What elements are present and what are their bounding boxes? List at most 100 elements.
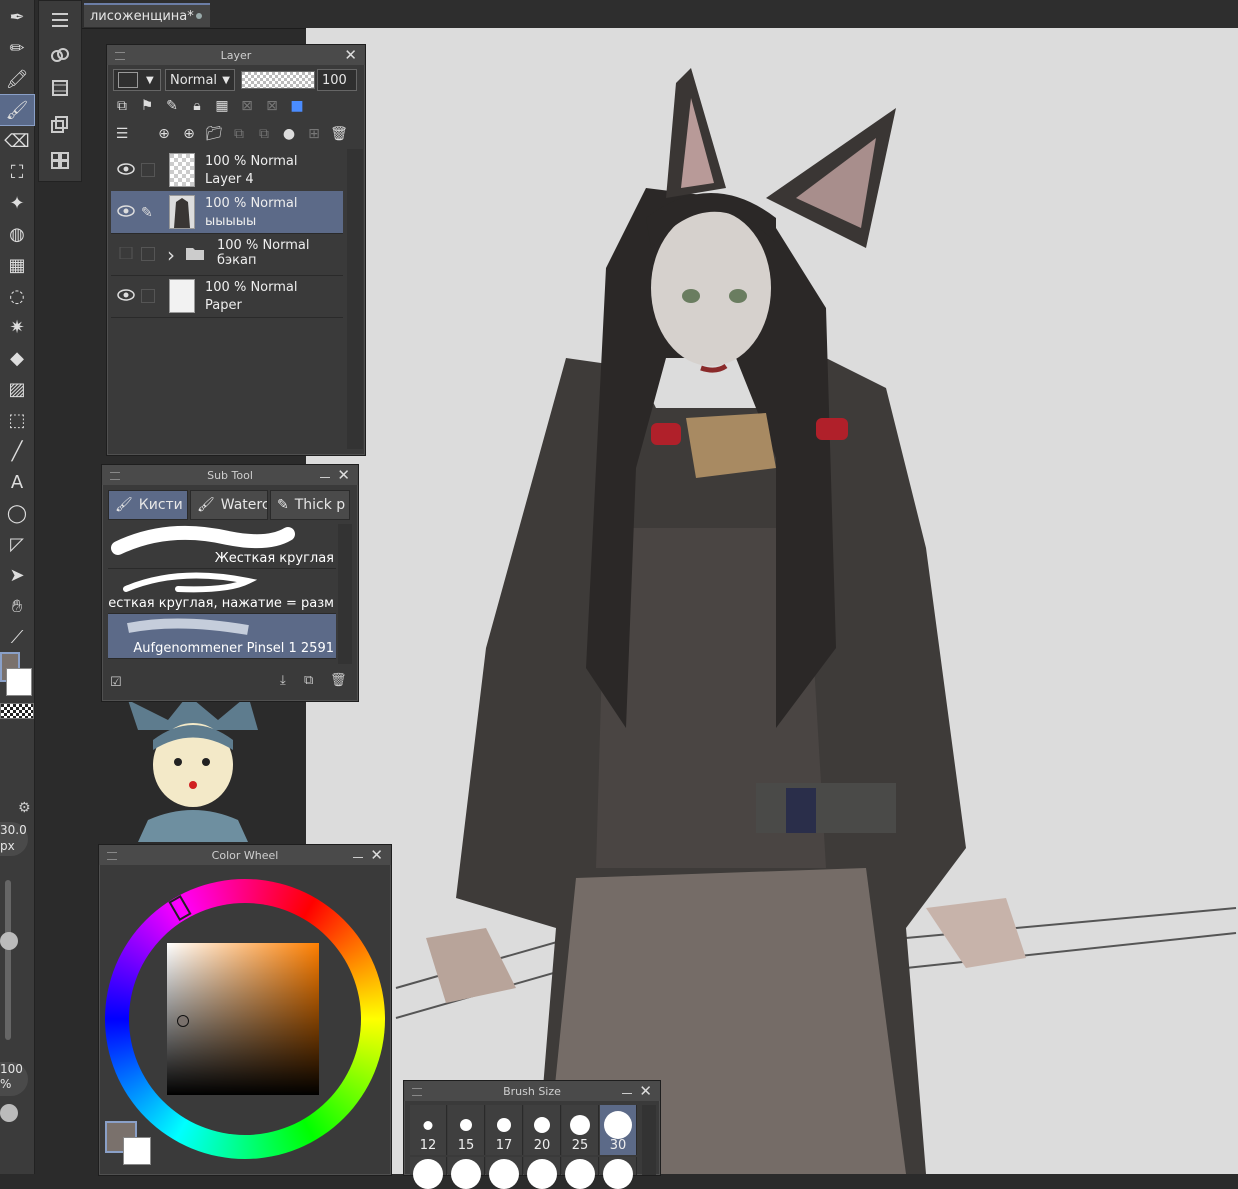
color-wheel-titlebar[interactable]: Color Wheel ✕ [99, 845, 391, 865]
merge-layer-icon[interactable]: ⧉ [253, 123, 275, 145]
mesh-icon[interactable]: ▦ [0, 250, 34, 280]
brush-item[interactable]: Жесткая круглая [108, 524, 336, 569]
copy-layer-icon[interactable]: ⧉ [228, 123, 250, 145]
drawing-canvas[interactable] [306, 28, 1238, 1174]
subtool-tab-watercolor[interactable]: 🖌︎ Waterc [190, 490, 268, 520]
brush-item[interactable]: Aufgenommener Pinsel 1 2591 [108, 614, 336, 659]
brush-size-preset[interactable]: 30 [600, 1105, 637, 1155]
layers-icon[interactable] [45, 109, 75, 139]
layer-row[interactable]: › 100 % Normal бэкап [111, 233, 343, 276]
mask-icon[interactable]: ⊠ [236, 95, 258, 117]
minimize-icon[interactable] [320, 477, 330, 478]
reference-icon[interactable]: ⚑ [136, 95, 158, 117]
brush-size-preset[interactable]: 17 [486, 1105, 523, 1155]
brush-item[interactable]: Жесткая круглая, нажатие = разм [108, 569, 336, 614]
brush-size-preset[interactable]: 25 [562, 1105, 599, 1155]
layer-color-icon[interactable]: ■ [286, 95, 308, 117]
brush-size-preset[interactable]: 20 [524, 1105, 561, 1155]
hand-icon[interactable]: ✋︎ [0, 591, 34, 621]
brush-opacity-readout[interactable]: 100 % [0, 1062, 28, 1096]
brush-size-preset[interactable] [448, 1157, 485, 1189]
eye-icon[interactable] [117, 289, 135, 301]
transparent-color-chip[interactable] [0, 703, 34, 719]
sub-color-swatch[interactable] [123, 1137, 151, 1165]
layer-list-scrollbar[interactable] [347, 149, 363, 449]
close-icon[interactable]: ✕ [639, 1082, 652, 1100]
saturation-value-square[interactable] [167, 943, 319, 1095]
layer-row[interactable]: 100 % Normal Layer 4 [111, 149, 343, 192]
brush-size-preset[interactable] [600, 1157, 637, 1189]
brush-size-slider[interactable] [5, 880, 11, 1040]
layer-edit-checkbox[interactable] [141, 289, 155, 303]
grip-icon[interactable] [110, 472, 120, 480]
text-icon[interactable]: A [0, 467, 34, 497]
trash-icon[interactable]: 🗑︎ [328, 123, 350, 145]
menu-icon[interactable] [45, 5, 75, 35]
grip-icon[interactable] [115, 52, 125, 60]
figure-icon[interactable]: ◸ [0, 529, 34, 559]
copy-subtool-icon[interactable]: ⧉ [304, 673, 313, 688]
new-vector-layer-icon[interactable]: ⊕ [178, 123, 200, 145]
minimize-icon[interactable] [353, 857, 363, 858]
subtool-tab-brushes[interactable]: 🖌︎ Кисти [108, 490, 188, 520]
new-raster-layer-icon[interactable]: ⊕ [153, 123, 175, 145]
marker-icon[interactable]: 🖍︎ [0, 64, 34, 94]
stamp-icon[interactable]: ⛶ [0, 157, 34, 187]
eye-icon[interactable] [117, 246, 135, 260]
pen-icon[interactable]: ✒ [0, 2, 34, 32]
color-picker-handle[interactable] [177, 1015, 189, 1027]
brush-size-preset[interactable] [486, 1157, 523, 1189]
brush-size-preset[interactable] [410, 1157, 447, 1189]
chevron-right-icon[interactable]: › [167, 243, 175, 267]
eyedropper-icon[interactable]: ⟋ [0, 622, 34, 652]
tool-property-icon[interactable]: ☑ [110, 675, 122, 690]
brush-size-preset[interactable]: 15 [448, 1105, 485, 1155]
eye-icon[interactable] [117, 163, 135, 175]
lock-icon[interactable]: 🔒︎ [186, 95, 208, 117]
pencil-icon[interactable]: ✏ [0, 33, 34, 63]
close-icon[interactable]: ✕ [337, 466, 350, 484]
lock-transparency-icon[interactable]: ▦ [211, 95, 233, 117]
mask-add-icon[interactable]: ● [278, 123, 300, 145]
brush-opacity-slider-handle[interactable] [0, 1104, 18, 1122]
close-icon[interactable]: ✕ [344, 46, 357, 64]
close-icon[interactable]: ✕ [370, 846, 383, 864]
fill-icon[interactable]: ◆ [0, 343, 34, 373]
mask-apply-icon[interactable]: ⊞ [303, 123, 325, 145]
eraser-icon[interactable]: ⌫ [0, 126, 34, 156]
blend-icon[interactable]: ◍ [0, 219, 34, 249]
layer-row[interactable]: ✎ 100 % Normal ыыыыы [111, 191, 343, 234]
move-icon[interactable]: ➤ [0, 560, 34, 590]
pen-icon[interactable]: ✎ [141, 205, 153, 221]
new-folder-icon[interactable]: 📁︎ [203, 123, 225, 145]
brush-size-preset[interactable]: 12 [410, 1105, 447, 1155]
brush-list-scrollbar[interactable] [338, 524, 352, 664]
layer-edit-checkbox[interactable] [141, 247, 155, 261]
star-icon[interactable]: ✷ [0, 312, 34, 342]
grid-icon[interactable] [45, 145, 75, 175]
blend-mode-select[interactable]: Normal ▼ [165, 69, 235, 91]
document-tab[interactable]: лисоженщина* [84, 3, 210, 27]
brush-size-scrollbar[interactable] [642, 1105, 656, 1175]
brush-size-readout[interactable]: 30.0 px [0, 822, 28, 856]
tab-close-icon[interactable] [196, 13, 202, 19]
sparkle-icon[interactable]: ✦ [0, 188, 34, 218]
gradient-icon[interactable]: ▨ [0, 374, 34, 404]
select-icon[interactable]: ◯ [0, 498, 34, 528]
mask-disabled-icon[interactable]: ⊠ [261, 95, 283, 117]
subtool-panel-titlebar[interactable]: Sub Tool ✕ [102, 465, 358, 485]
3d-icon[interactable]: ⬚ [0, 405, 34, 435]
layer-color-select[interactable]: ▼ [113, 69, 161, 91]
sub-color-chip[interactable] [6, 668, 32, 696]
brush-size-preset[interactable] [524, 1157, 561, 1189]
brush-size-slider-handle[interactable] [0, 932, 18, 950]
brush-icon[interactable]: 🖌︎ [0, 94, 35, 126]
layer-edit-checkbox[interactable] [141, 163, 155, 177]
clip-icon[interactable]: ⧉ [111, 95, 133, 117]
eye-icon[interactable] [117, 205, 135, 217]
opacity-field[interactable]: 100 [317, 69, 357, 91]
download-icon[interactable]: ⤓ [280, 673, 286, 688]
subtool-tab-thick-paint[interactable]: ✎ Thick p [270, 490, 350, 520]
draft-icon[interactable]: ✎ [161, 95, 183, 117]
layer-menu-icon[interactable]: ☰ [111, 123, 133, 145]
